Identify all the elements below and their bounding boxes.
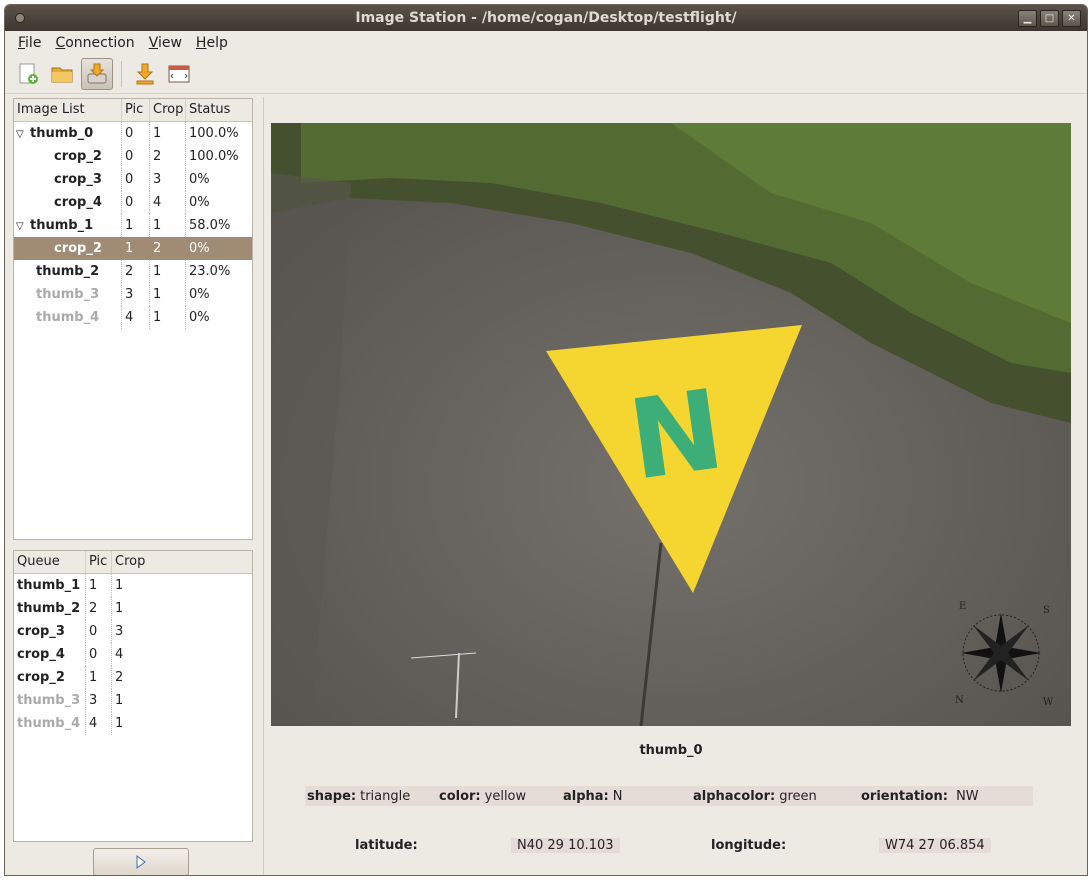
svg-text:N: N: [955, 695, 964, 706]
col-queue[interactable]: Queue: [14, 551, 86, 573]
queue-row[interactable]: thumb_4 4 1: [14, 712, 252, 735]
expander-icon[interactable]: ▽: [16, 215, 30, 238]
toolbar-separator: [121, 61, 122, 87]
col-status[interactable]: Status: [186, 99, 252, 121]
latitude-label: latitude:: [355, 838, 418, 853]
col-queue-pic[interactable]: Pic: [86, 551, 112, 573]
image-viewer[interactable]: N E S W N: [271, 123, 1071, 726]
window-menu-icon[interactable]: [15, 13, 25, 23]
queue-list[interactable]: Queue Pic Crop thumb_1 1 1 thumb_2 2 1 crop_…: [13, 550, 253, 842]
open-folder-button[interactable]: [47, 59, 77, 89]
color-value: yellow: [484, 788, 527, 804]
menu-bar: File Connection View Help: [5, 31, 1087, 55]
longitude-label: longitude:: [711, 838, 787, 853]
target-attributes: shape: triangle color: yellow alpha: N alph…: [305, 786, 1033, 806]
download-button[interactable]: [130, 59, 160, 89]
close-icon[interactable]: ✕: [1062, 10, 1081, 27]
image-list-header: Image List Pic Crop Status: [14, 99, 252, 122]
tree-row[interactable]: crop_3 0 3 0%: [14, 168, 252, 191]
menu-help[interactable]: Help: [191, 33, 233, 53]
left-panel: Image List Pic Crop Status ▽ thumb_0 0 1 …: [13, 98, 253, 875]
toolbar: [5, 55, 1087, 94]
queue-row[interactable]: crop_3 0 3: [14, 620, 252, 643]
tree-row[interactable]: ▽ thumb_1 1 1 58.0%: [14, 214, 252, 237]
svg-text:S: S: [1043, 605, 1050, 616]
play-icon: [136, 855, 146, 869]
title-bar[interactable]: Image Station - /home/cogan/Desktop/test…: [5, 5, 1087, 31]
minimize-icon[interactable]: ▁: [1018, 10, 1037, 27]
tree-row[interactable]: thumb_4 4 1 0%: [14, 306, 252, 329]
tree-row-selected[interactable]: crop_2 1 2 0%: [14, 237, 252, 260]
tree-row[interactable]: thumb_2 2 1 23.0%: [14, 260, 252, 283]
menu-view[interactable]: View: [144, 33, 187, 53]
queue-header: Queue Pic Crop: [14, 551, 252, 574]
folder-icon: [51, 67, 73, 83]
col-image-list[interactable]: Image List: [14, 99, 122, 121]
target-letter: N: [622, 365, 731, 505]
panel-divider[interactable]: [263, 97, 264, 875]
alphacolor-value: green: [779, 788, 817, 804]
col-crop[interactable]: Crop: [150, 99, 186, 121]
new-file-icon: [19, 63, 38, 84]
aerial-photo: N E S W N: [271, 123, 1071, 726]
expander-icon[interactable]: ▽: [16, 123, 30, 146]
tree-row[interactable]: crop_4 0 4 0%: [14, 191, 252, 214]
fullscreen-button[interactable]: [164, 59, 194, 89]
queue-row[interactable]: thumb_1 1 1: [14, 574, 252, 597]
image-list-tree[interactable]: Image List Pic Crop Status ▽ thumb_0 0 1 …: [13, 98, 253, 540]
col-queue-crop[interactable]: Crop: [112, 551, 252, 573]
drive-download-icon: [87, 63, 107, 84]
download-arrow-icon: [136, 63, 154, 85]
queue-row[interactable]: crop_2 1 2: [14, 666, 252, 689]
col-pic[interactable]: Pic: [122, 99, 150, 121]
queue-row[interactable]: thumb_2 2 1: [14, 597, 252, 620]
menu-file[interactable]: File: [13, 33, 46, 53]
menu-connection[interactable]: Connection: [50, 33, 139, 53]
queue-row[interactable]: thumb_3 3 1: [14, 689, 252, 712]
alpha-value: N: [612, 788, 623, 804]
app-window: Image Station - /home/cogan/Desktop/test…: [4, 4, 1088, 876]
latitude-value: N40 29 10.103: [511, 838, 620, 853]
fullscreen-icon: [168, 65, 190, 83]
tree-row[interactable]: ▽ thumb_0 0 1 100.0%: [14, 122, 252, 145]
download-drive-button[interactable]: [81, 58, 113, 90]
orientation-value: NW: [956, 788, 979, 804]
tree-row[interactable]: thumb_3 3 1 0%: [14, 283, 252, 306]
window-title: Image Station - /home/cogan/Desktop/test…: [355, 10, 737, 26]
shape-value: triangle: [360, 788, 411, 804]
svg-text:W: W: [1043, 697, 1054, 708]
new-file-button[interactable]: [13, 59, 43, 89]
svg-text:E: E: [959, 601, 966, 612]
maximize-icon[interactable]: □: [1040, 10, 1059, 27]
longitude-value: W74 27 06.854: [879, 838, 991, 853]
tree-row[interactable]: crop_2 0 2 100.0%: [14, 145, 252, 168]
image-caption: thumb_0: [639, 743, 703, 758]
start-queue-button[interactable]: [93, 848, 189, 875]
queue-row[interactable]: crop_4 0 4: [14, 643, 252, 666]
